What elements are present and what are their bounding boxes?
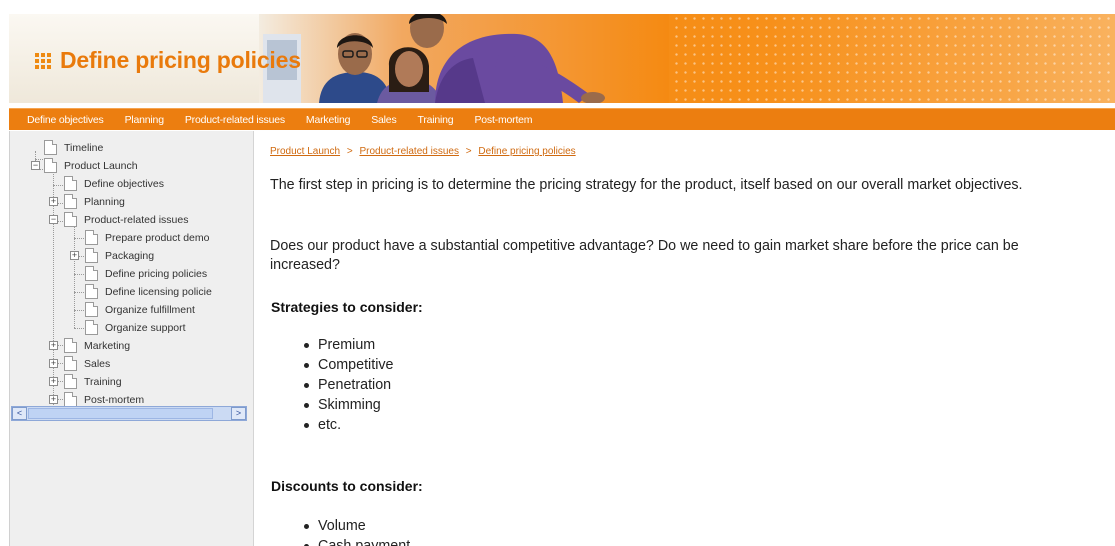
tree-item-training[interactable]: + Training — [49, 373, 122, 390]
expand-icon[interactable]: + — [49, 359, 58, 368]
tree-item-label: Define pricing policies — [105, 267, 208, 280]
expand-icon[interactable]: + — [49, 197, 58, 206]
collapse-icon[interactable]: − — [31, 161, 40, 170]
breadcrumb-product-related-issues[interactable]: Product-related issues — [359, 146, 459, 157]
nav-define-objectives[interactable]: Define objectives — [27, 114, 104, 126]
tree-item-timeline[interactable]: Timeline — [44, 139, 103, 156]
expand-icon[interactable]: + — [49, 341, 58, 350]
nav-post-mortem[interactable]: Post-mortem — [474, 114, 532, 126]
page-icon — [64, 338, 77, 353]
tree-item-product-related-issues[interactable]: − Product-related issues — [49, 211, 189, 228]
breadcrumb: Product Launch > Product-related issues … — [270, 146, 576, 157]
page-icon — [64, 356, 77, 371]
tree-item-label: Product-related issues — [84, 213, 189, 226]
breadcrumb-product-launch[interactable]: Product Launch — [270, 146, 340, 157]
nav-planning[interactable]: Planning — [125, 114, 164, 126]
tree-item-label: Define licensing policie — [105, 285, 212, 298]
page-icon — [85, 320, 98, 335]
tree-item-label: Prepare product demo — [105, 231, 210, 244]
page-icon — [85, 284, 98, 299]
breadcrumb-separator: > — [465, 146, 472, 157]
page-title: Define pricing policies — [60, 47, 301, 73]
tree-item-product-launch[interactable]: − Product Launch — [31, 157, 138, 174]
page-icon — [85, 302, 98, 317]
list-item: Cash payment — [303, 536, 410, 546]
header-banner: Define pricing policies — [9, 14, 1115, 103]
nav-training[interactable]: Training — [418, 114, 454, 126]
breadcrumb-separator: > — [346, 146, 353, 157]
page-icon — [64, 374, 77, 389]
tree-item-label: Sales — [84, 357, 111, 370]
tree-item-label: Timeline — [64, 141, 104, 154]
tree-item-label: Packaging — [105, 249, 155, 262]
list-item: etc. — [303, 415, 394, 435]
page-icon — [85, 230, 98, 245]
page-icon — [85, 248, 98, 263]
page-icon — [44, 158, 57, 173]
page-icon — [64, 212, 77, 227]
banner-photo — [259, 14, 669, 103]
tree-item-define-licensing-policies[interactable]: Define licensing policie — [85, 283, 212, 300]
tree-item-planning[interactable]: + Planning — [49, 193, 125, 210]
list-item: Skimming — [303, 395, 394, 415]
strategies-list: Premium Competitive Penetration Skimming… — [303, 335, 394, 435]
tree-item-label: Product Launch — [64, 159, 138, 172]
grid-icon — [35, 52, 51, 69]
tree-item-define-pricing-policies[interactable]: Define pricing policies — [85, 265, 207, 282]
nav-sales[interactable]: Sales — [371, 114, 396, 126]
page-icon — [64, 176, 77, 191]
tree-item-prepare-product-demo[interactable]: Prepare product demo — [85, 229, 209, 246]
intro-paragraph-1: The first step in pricing is to determin… — [270, 177, 1023, 193]
page-icon — [64, 194, 77, 209]
title-block: Define pricing policies — [35, 47, 301, 74]
scroll-right-button[interactable]: > — [231, 407, 246, 420]
tree-item-label: Planning — [84, 195, 125, 208]
horizontal-scrollbar[interactable]: < > — [11, 406, 247, 421]
strategies-heading: Strategies to consider: — [271, 299, 423, 315]
list-item: Penetration — [303, 375, 394, 395]
tree-item-label: Post-mortem — [84, 393, 145, 406]
tree-item-packaging[interactable]: + Packaging — [70, 247, 155, 264]
list-item: Volume — [303, 516, 410, 536]
tree-item-organize-support[interactable]: Organize support — [85, 319, 186, 336]
tree-item-define-objectives[interactable]: Define objectives — [64, 175, 164, 192]
discounts-list: Volume Cash payment — [303, 516, 410, 546]
discounts-heading: Discounts to consider: — [271, 478, 423, 494]
tree-item-label: Marketing — [84, 339, 131, 352]
tree-item-label: Training — [84, 375, 122, 388]
tree-item-label: Organize fulfillment — [105, 303, 195, 316]
list-item: Premium — [303, 335, 394, 355]
page-icon — [44, 140, 57, 155]
tree-item-marketing[interactable]: + Marketing — [49, 337, 131, 354]
collapse-icon[interactable]: − — [49, 215, 58, 224]
tree-item-organize-fulfillment[interactable]: Organize fulfillment — [85, 301, 195, 318]
breadcrumb-define-pricing-policies[interactable]: Define pricing policies — [478, 146, 575, 157]
scroll-thumb[interactable] — [28, 408, 213, 419]
tree-item-label: Organize support — [105, 321, 186, 334]
sidebar: Timeline − Product Launch Define objecti… — [9, 131, 254, 546]
expand-icon[interactable]: + — [49, 377, 58, 386]
nav-marketing[interactable]: Marketing — [306, 114, 351, 126]
list-item: Competitive — [303, 355, 394, 375]
expand-icon[interactable]: + — [70, 251, 79, 260]
page-icon — [64, 392, 77, 407]
tree-item-sales[interactable]: + Sales — [49, 355, 111, 372]
tree-item-label: Define objectives — [84, 177, 164, 190]
page-icon — [85, 266, 98, 281]
expand-icon[interactable]: + — [49, 395, 58, 404]
nav-product-related-issues[interactable]: Product-related issues — [185, 114, 285, 126]
scroll-left-button[interactable]: < — [12, 407, 27, 420]
intro-paragraph-2: Does our product have a substantial comp… — [270, 238, 1019, 273]
top-nav: Define objectives Planning Product-relat… — [9, 108, 1115, 130]
